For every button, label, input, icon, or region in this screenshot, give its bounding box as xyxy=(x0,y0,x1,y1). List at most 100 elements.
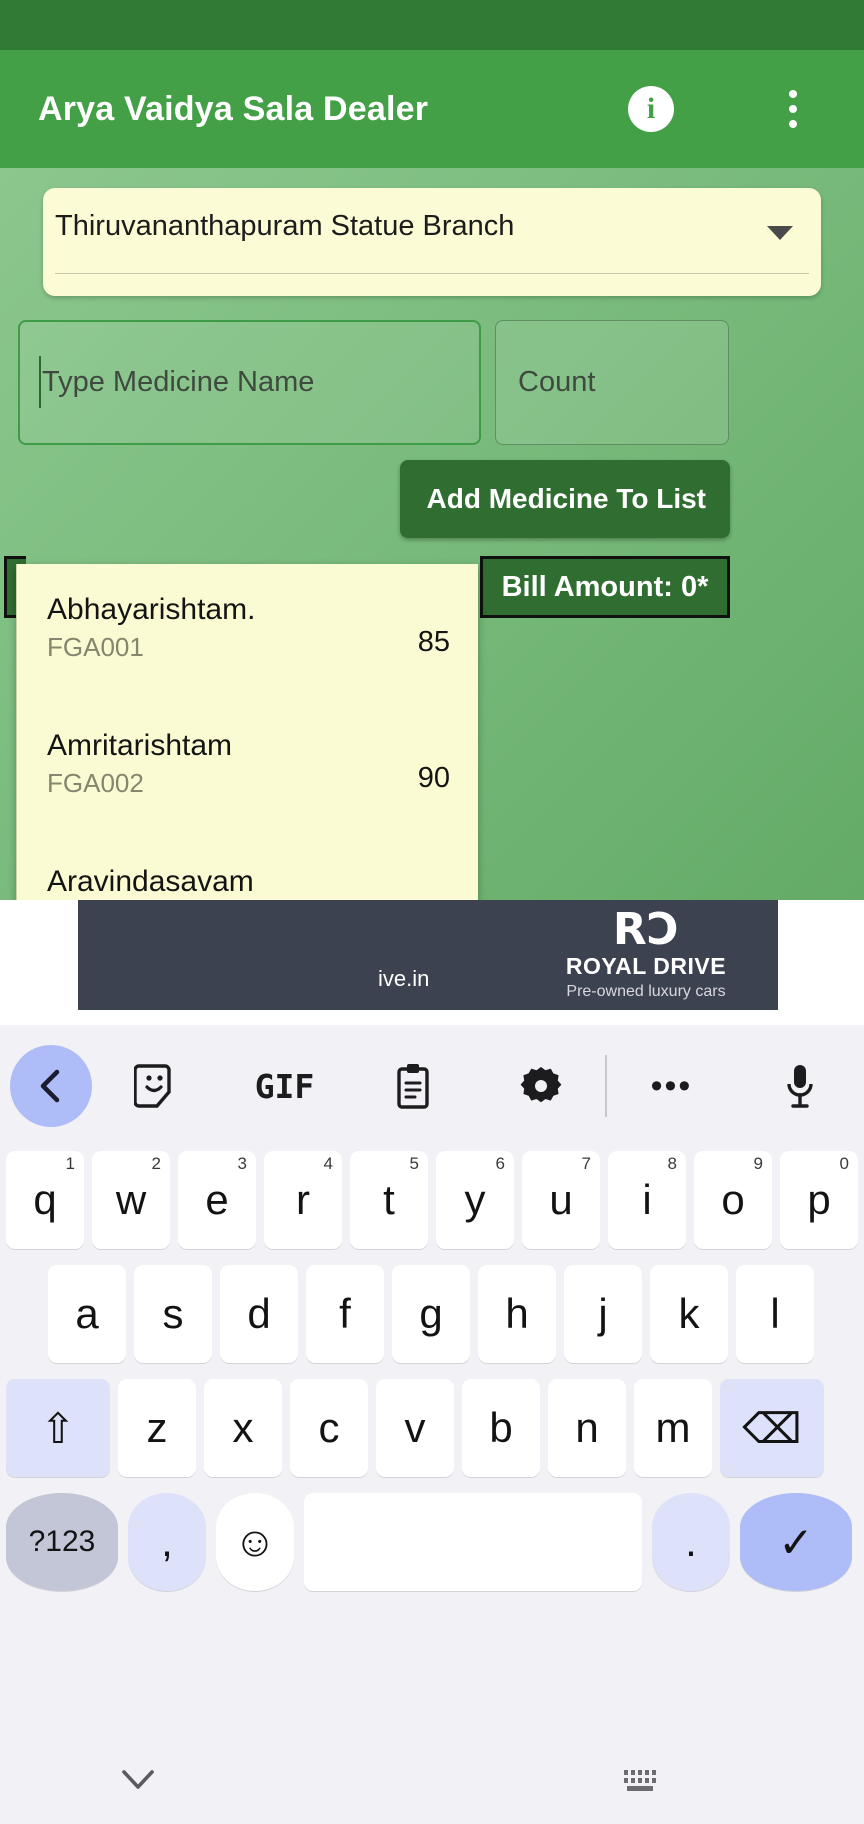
suggestion-name: Abhayarishtam. xyxy=(47,593,256,626)
symbols-key[interactable]: ?123 xyxy=(6,1493,118,1591)
backspace-key[interactable]: ⌫ xyxy=(720,1379,824,1477)
key-label: n xyxy=(575,1404,599,1451)
main-content: Thiruvananthapuram Statue Branch Type Me… xyxy=(0,168,864,1162)
suggestion-code: FGA002 xyxy=(47,767,144,798)
key-number-hint: 0 xyxy=(839,1154,849,1173)
key-label: c xyxy=(318,1404,340,1451)
key-label: m xyxy=(655,1404,691,1451)
key-m[interactable]: m xyxy=(634,1379,712,1477)
suggestion-price: 90 xyxy=(417,762,450,794)
add-medicine-to-list-button[interactable]: Add Medicine To List xyxy=(400,460,730,538)
more-horizontal-icon[interactable]: ••• xyxy=(607,1067,735,1106)
key-f[interactable]: f xyxy=(306,1265,384,1363)
key-v[interactable]: v xyxy=(376,1379,454,1477)
keyboard-switch-button[interactable] xyxy=(624,1770,656,1791)
key-label: t xyxy=(383,1176,395,1223)
ad-brand-block: RƆ ROYAL DRIVE Pre-owned luxury cars xyxy=(528,904,778,1001)
ad-tagline: Pre-owned luxury cars xyxy=(566,982,726,1000)
list-item[interactable]: Abhayarishtam. FGA001 85 xyxy=(17,564,478,700)
key-k[interactable]: k xyxy=(650,1265,728,1363)
gear-icon[interactable] xyxy=(477,1063,605,1109)
count-input[interactable]: Count xyxy=(495,320,729,445)
enter-key[interactable]: ✓ xyxy=(740,1493,852,1591)
microphone-icon[interactable] xyxy=(736,1061,864,1111)
key-label: o xyxy=(721,1176,745,1223)
key-x[interactable]: x xyxy=(204,1379,282,1477)
key-label: g xyxy=(419,1290,443,1337)
phone-screen: Arya Vaidya Sala Dealer i Thiruvananthap… xyxy=(0,0,864,1824)
period-key[interactable]: . xyxy=(652,1493,730,1591)
ad-brand-name: ROYAL DRIVE xyxy=(565,952,727,979)
key-number-hint: 6 xyxy=(495,1154,505,1173)
key-label: f xyxy=(339,1290,351,1337)
suggestion-name: Amritarishtam xyxy=(47,729,233,762)
royal-drive-logo-icon: RƆ xyxy=(612,904,680,956)
key-label: r xyxy=(296,1176,310,1223)
key-l[interactable]: l xyxy=(736,1265,814,1363)
overflow-menu-button[interactable] xyxy=(722,50,864,168)
on-screen-keyboard: GIF ••• 1 q 2 w 3 e 4 r 5 t 6 y 7 u 8 i … xyxy=(0,1025,864,1738)
medicine-name-placeholder: Type Medicine Name xyxy=(42,366,315,398)
space-key[interactable] xyxy=(304,1493,642,1591)
key-n[interactable]: n xyxy=(548,1379,626,1477)
suggestion-price: 85 xyxy=(417,626,450,658)
key-label: ?123 xyxy=(28,1525,96,1558)
ad-area: ive.in RƆ ROYAL DRIVE Pre-owned luxury c… xyxy=(0,900,864,1025)
key-j[interactable]: j xyxy=(564,1265,642,1363)
key-a[interactable]: a xyxy=(48,1265,126,1363)
sticker-icon[interactable] xyxy=(92,1062,220,1110)
key-i[interactable]: 8i xyxy=(608,1151,686,1249)
branch-selector[interactable]: Thiruvananthapuram Statue Branch xyxy=(43,188,821,296)
key-u[interactable]: 7u xyxy=(522,1151,600,1249)
key-c[interactable]: c xyxy=(290,1379,368,1477)
key-y[interactable]: 6y xyxy=(436,1151,514,1249)
clipboard-icon[interactable] xyxy=(349,1061,477,1111)
key-p[interactable]: 0p xyxy=(780,1151,858,1249)
key-label: , xyxy=(161,1518,173,1565)
page-title: Arya Vaidya Sala Dealer xyxy=(38,89,429,128)
key-t[interactable]: 5t xyxy=(350,1151,428,1249)
key-label: b xyxy=(489,1404,513,1451)
shift-key[interactable]: ⇧ xyxy=(6,1379,110,1477)
key-label: ✓ xyxy=(778,1518,814,1566)
hide-keyboard-button[interactable] xyxy=(118,1766,158,1799)
medicine-name-input[interactable]: Type Medicine Name xyxy=(18,320,481,445)
key-label: v xyxy=(404,1404,426,1451)
gif-icon[interactable]: GIF xyxy=(220,1067,348,1106)
key-w[interactable]: 2w xyxy=(92,1151,170,1249)
keyboard-toolbar: GIF ••• xyxy=(0,1025,864,1147)
key-z[interactable]: z xyxy=(118,1379,196,1477)
key-label: x xyxy=(232,1404,254,1451)
more-vert-icon xyxy=(789,90,797,128)
key-e[interactable]: 3e xyxy=(178,1151,256,1249)
key-o[interactable]: 9o xyxy=(694,1151,772,1249)
list-item[interactable]: Amritarishtam FGA002 90 xyxy=(17,700,478,836)
emoji-key[interactable]: ☺ xyxy=(216,1493,294,1591)
advertisement-banner[interactable]: ive.in RƆ ROYAL DRIVE Pre-owned luxury c… xyxy=(78,900,778,1010)
branch-underline xyxy=(55,273,809,274)
key-label: ☺ xyxy=(233,1518,277,1565)
key-label: ⌫ xyxy=(742,1404,802,1452)
count-placeholder: Count xyxy=(518,366,596,398)
suggestion-code: FGA001 xyxy=(47,631,144,662)
key-r[interactable]: 4r xyxy=(264,1151,342,1249)
chevron-down-icon xyxy=(122,1770,154,1789)
key-d[interactable]: d xyxy=(220,1265,298,1363)
key-number-hint: 7 xyxy=(581,1154,591,1173)
key-b[interactable]: b xyxy=(462,1379,540,1477)
key-label: k xyxy=(678,1290,700,1337)
suggestion-name: Aravindasavam xyxy=(47,865,254,898)
key-label: u xyxy=(549,1176,573,1223)
key-q[interactable]: 1q xyxy=(6,1151,84,1249)
back-arrow-icon[interactable] xyxy=(10,1045,92,1127)
key-s[interactable]: s xyxy=(134,1265,212,1363)
info-button[interactable]: i xyxy=(580,50,722,168)
info-icon: i xyxy=(628,86,674,132)
key-label: p xyxy=(807,1176,831,1223)
comma-key[interactable]: , xyxy=(128,1493,206,1591)
entry-field-row: Type Medicine Name Count xyxy=(0,320,864,450)
chevron-left-glyph xyxy=(40,1069,60,1103)
key-h[interactable]: h xyxy=(478,1265,556,1363)
key-g[interactable]: g xyxy=(392,1265,470,1363)
key-label: w xyxy=(115,1176,147,1223)
